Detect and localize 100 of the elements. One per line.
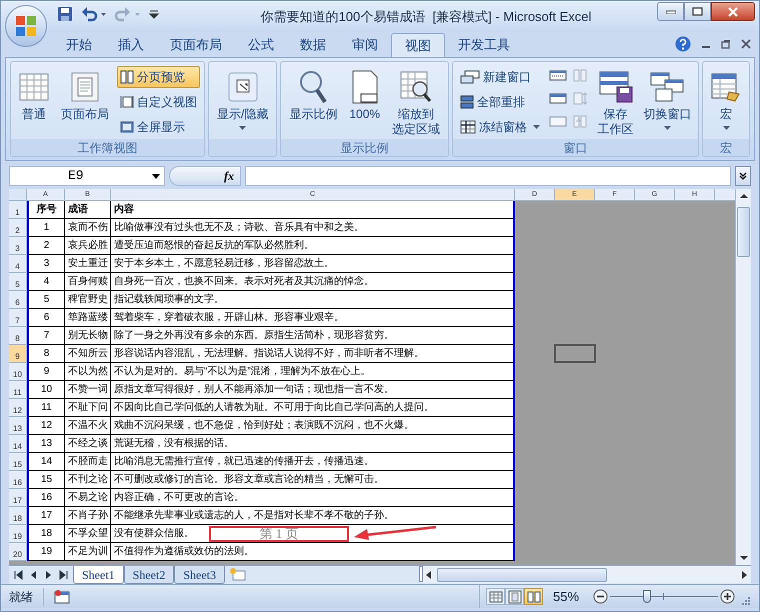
macro-sheet-icon [711, 72, 741, 102]
ribbon-tab[interactable]: 开始 [53, 33, 105, 57]
ribbon-button[interactable]: 缩放到 选定区域 [388, 64, 444, 139]
hide-window-icon[interactable] [549, 68, 568, 83]
row-header[interactable]: 11 [9, 381, 27, 399]
minimize-icon [666, 10, 676, 14]
scroll-thumb[interactable] [437, 568, 608, 582]
view-button[interactable] [486, 588, 505, 605]
slider-thumb[interactable] [643, 590, 651, 602]
horizontal-scrollbar[interactable] [423, 566, 751, 583]
row-header[interactable]: 7 [9, 309, 27, 327]
table-cell: 11 [29, 399, 65, 417]
row-header[interactable]: 3 [9, 237, 27, 255]
sheet-tab[interactable]: Sheet3 [174, 566, 226, 584]
expand-button[interactable] [735, 166, 751, 186]
record-macro-icon[interactable] [54, 590, 70, 604]
table-cell: 除了一身之外再没有多余的东西。原指生活简朴，现形容贫穷。 [111, 327, 515, 345]
ribbon-tab[interactable]: 插入 [105, 33, 157, 57]
row-header[interactable]: 17 [9, 489, 27, 507]
office-button[interactable] [5, 5, 47, 47]
selected-cell[interactable] [554, 344, 596, 363]
sheet-tab[interactable]: Sheet1 [73, 566, 124, 584]
ribbon-button[interactable]: 新建窗口 [457, 66, 544, 88]
ribbon-button[interactable]: 全屏显示 [117, 116, 200, 138]
ribbon-button[interactable]: 分页预览 [117, 66, 200, 88]
zoom-slider[interactable] [610, 590, 718, 604]
table-cell: 自身死一百次，也换不回来。表示对死者及其沉痛的悼念。 [111, 273, 515, 291]
close-button[interactable] [711, 2, 755, 21]
close-icon[interactable] [741, 39, 751, 49]
help-icon[interactable] [675, 36, 691, 52]
expand-icon [739, 172, 747, 180]
normal-view-icon [488, 590, 504, 604]
restore-button[interactable] [684, 2, 711, 21]
unhide-window-icon[interactable] [549, 114, 568, 129]
table-cell: 9 [29, 363, 65, 381]
ribbon-button[interactable]: 保存 工作区 [594, 64, 637, 139]
last-sheet-icon[interactable] [58, 569, 69, 581]
row-header[interactable]: 1 [9, 201, 27, 219]
row-header[interactable]: 9 [9, 345, 27, 363]
row-header[interactable]: 15 [9, 453, 27, 471]
ribbon-tab[interactable]: 视图 [391, 33, 445, 57]
table-cell: 不刊之论 [65, 471, 111, 489]
restore-icon[interactable] [721, 39, 731, 49]
row-header[interactable]: 16 [9, 471, 27, 489]
ribbon-button[interactable]: 自定义视图 [117, 91, 200, 113]
view-button[interactable] [524, 588, 543, 605]
arrange-windows-icon [460, 95, 474, 109]
page-layout-icon [506, 590, 522, 604]
table-cell: 哀而不伤 [65, 219, 111, 237]
ribbon-button[interactable]: 全部重排 [457, 91, 544, 113]
vertical-scrollbar[interactable] [735, 189, 751, 565]
table-cell: 1 [29, 219, 65, 237]
ribbon-tab[interactable]: 数据 [287, 33, 339, 57]
row-header[interactable]: 6 [9, 291, 27, 309]
row-header[interactable]: 2 [9, 219, 27, 237]
split-window-icon[interactable] [549, 91, 568, 106]
customize-toolbar-icon[interactable] [149, 9, 159, 19]
new-window-icon [460, 70, 480, 84]
ribbon-tab[interactable]: 开发工具 [445, 33, 523, 57]
row-header[interactable]: 12 [9, 399, 27, 417]
group-label: 工作簿视图 [78, 140, 138, 156]
row-header[interactable]: 10 [9, 363, 27, 381]
ribbon-button[interactable]: 100% [345, 64, 384, 124]
table-cell: 不赞一词 [65, 381, 111, 399]
minimize-button[interactable] [657, 2, 684, 21]
scroll-thumb[interactable] [737, 207, 750, 257]
table-cell: 不值得作为遵循或效仿的法则。 [111, 543, 515, 561]
formula-input[interactable] [245, 166, 731, 186]
row-header[interactable]: 8 [9, 327, 27, 345]
freeze-panes-icon [460, 120, 476, 134]
save-icon[interactable] [57, 6, 73, 22]
row-header[interactable]: 5 [9, 273, 27, 291]
row-header[interactable]: 20 [9, 543, 27, 561]
ribbon-button[interactable]: 冻结窗格 [457, 116, 544, 138]
ribbon-tab[interactable]: 审阅 [339, 33, 391, 57]
row-header[interactable]: 4 [9, 255, 27, 273]
split-handle[interactable] [419, 566, 424, 582]
sheet-tab[interactable]: Sheet2 [124, 566, 174, 584]
ribbon-button[interactable]: 显示比例 [285, 64, 342, 124]
undo-icon[interactable] [81, 6, 107, 22]
ribbon-tab[interactable]: 页面布局 [157, 33, 235, 57]
ribbon-button[interactable]: 宏 [707, 64, 745, 132]
ribbon-tab[interactable]: 公式 [235, 33, 287, 57]
table-cell: 7 [29, 327, 65, 345]
zoom-out-icon[interactable] [593, 589, 608, 604]
name-box[interactable]: E9 [9, 166, 165, 186]
function-button[interactable]: fx [169, 166, 241, 186]
ribbon-button[interactable]: 页面布局 [57, 64, 113, 124]
view-button[interactable] [505, 588, 524, 605]
header-filler [715, 189, 735, 201]
row-header[interactable]: 13 [9, 417, 27, 435]
ribbon-button[interactable]: 显示/隐藏 [213, 64, 272, 132]
first-sheet-icon[interactable] [13, 569, 24, 581]
table-cell: 内容 [111, 201, 515, 219]
ribbon-button[interactable]: 普通 [15, 64, 53, 124]
row-header[interactable]: 19 [9, 525, 27, 543]
row-header[interactable]: 18 [9, 507, 27, 525]
ribbon-button[interactable]: 切换窗口 [640, 64, 694, 132]
zoom-in-icon[interactable] [720, 589, 735, 604]
row-header[interactable]: 14 [9, 435, 27, 453]
